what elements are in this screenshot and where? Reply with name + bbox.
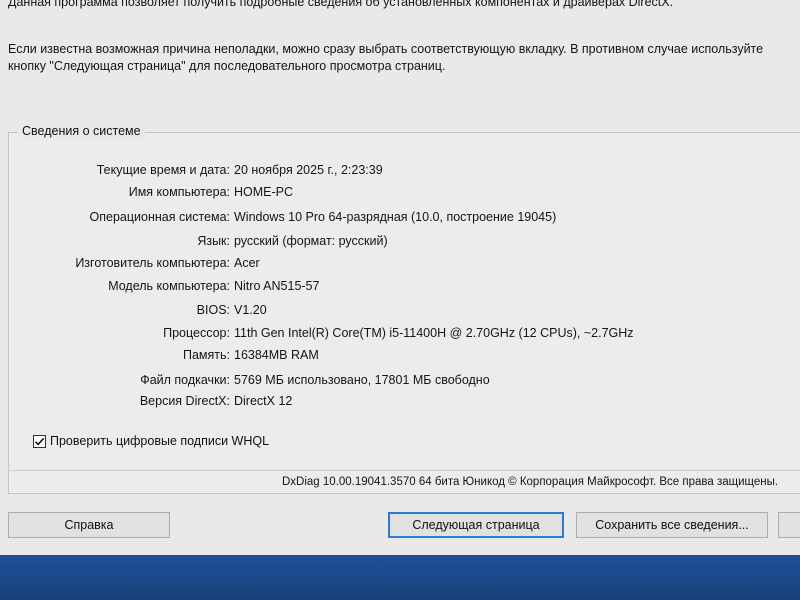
info-row-memory: Память: 16384MB RAM xyxy=(0,344,800,366)
divider xyxy=(8,470,800,471)
exit-button[interactable] xyxy=(778,512,800,538)
info-label: BIOS: xyxy=(196,303,230,317)
info-row-manufacturer: Изготовитель компьютера: Acer xyxy=(0,252,800,274)
info-value: Nitro AN515-57 xyxy=(234,279,320,293)
info-row-os: Операционная система: Windows 10 Pro 64-… xyxy=(0,206,800,228)
info-value: Acer xyxy=(234,256,260,270)
intro-line-2: Если известна возможная причина неполадк… xyxy=(8,42,764,73)
info-label: Язык: xyxy=(197,234,230,248)
info-value: 11th Gen Intel(R) Core(TM) i5-11400H @ 2… xyxy=(234,326,634,340)
info-row-processor: Процессор: 11th Gen Intel(R) Core(TM) i5… xyxy=(0,322,800,344)
intro-text: Данная программа позволяет получить подр… xyxy=(8,0,798,75)
info-value: 5769 МБ использовано, 17801 МБ свободно xyxy=(234,373,490,387)
info-value: 16384MB RAM xyxy=(234,348,319,362)
save-all-info-button[interactable]: Сохранить все сведения... xyxy=(576,512,768,538)
checkmark-icon xyxy=(34,437,45,446)
whql-checkbox[interactable] xyxy=(33,434,46,448)
info-label: Изготовитель компьютера: xyxy=(75,256,230,270)
intro-line-1: Данная программа позволяет получить подр… xyxy=(8,0,674,9)
help-button[interactable]: Справка xyxy=(8,512,170,538)
info-label: Текущие время и дата: xyxy=(96,163,230,177)
info-row-datetime: Текущие время и дата: 20 ноября 2025 г.,… xyxy=(0,159,800,181)
whql-checkbox-row[interactable]: Проверить цифровые подписи WHQL xyxy=(33,432,269,450)
info-label: Версия DirectX: xyxy=(139,394,230,408)
copyright-text: DxDiag 10.00.19041.3570 64 бита Юникод ©… xyxy=(282,476,779,488)
info-label: Память: xyxy=(182,348,230,362)
info-row-directx: Версия DirectX: DirectX 12 xyxy=(0,390,800,412)
info-label: Файл подкачки: xyxy=(140,373,230,387)
info-label: Имя компьютера: xyxy=(128,185,230,199)
system-info-title: Сведения о системе xyxy=(18,124,145,138)
info-value: V1.20 xyxy=(234,303,267,317)
info-row-bios: BIOS: V1.20 xyxy=(0,299,800,321)
info-value: Windows 10 Pro 64-разрядная (10.0, постр… xyxy=(234,210,557,224)
info-value: DirectX 12 xyxy=(234,394,293,408)
info-label: Модель компьютера: xyxy=(108,279,230,293)
next-page-button[interactable]: Следующая страница xyxy=(388,512,564,538)
info-label: Операционная система: xyxy=(89,210,230,224)
info-value: русский (формат: русский) xyxy=(234,234,388,248)
info-row-language: Язык: русский (формат: русский) xyxy=(0,230,800,252)
info-value: HOME-PC xyxy=(234,185,294,199)
info-row-computer-name: Имя компьютера: HOME-PC xyxy=(0,181,800,203)
info-value: 20 ноября 2025 г., 2:23:39 xyxy=(234,163,383,177)
info-row-model: Модель компьютера: Nitro AN515-57 xyxy=(0,275,800,297)
info-row-pagefile: Файл подкачки: 5769 МБ использовано, 178… xyxy=(0,369,800,391)
info-label: Процессор: xyxy=(163,326,230,340)
taskbar xyxy=(0,555,800,600)
whql-label: Проверить цифровые подписи WHQL xyxy=(50,434,270,448)
